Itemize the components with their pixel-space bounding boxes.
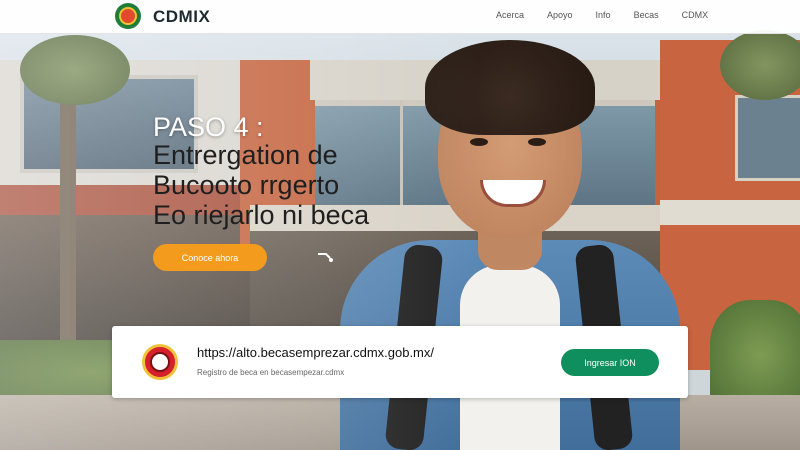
headline-line-1: Entrergation de: [153, 140, 338, 170]
step-label: PASO 4 :: [153, 112, 264, 142]
hero-headline: Entrergation de Bucooto rrgerto Eo rieja…: [153, 140, 453, 230]
cdmx-logo-icon[interactable]: [115, 3, 141, 29]
nav-link-info[interactable]: Info: [596, 10, 611, 20]
nav-links: Acerca Apoyo Info Becas CDMX: [496, 10, 731, 20]
brand-name[interactable]: CDMIX: [153, 7, 210, 27]
ingresar-button[interactable]: Ingresar ION: [561, 349, 659, 376]
nav-link-cdmx[interactable]: CDMX: [682, 10, 709, 20]
nav-link-becas[interactable]: Becas: [634, 10, 659, 20]
url-card: https://alto.becasemprezar.cdmx.gob.mx/ …: [112, 326, 688, 398]
cta-button[interactable]: Conoce ahora: [153, 244, 267, 271]
nav-link-apoyo[interactable]: Apoyo: [547, 10, 573, 20]
site-url[interactable]: https://alto.becasemprezar.cdmx.gob.mx/: [197, 345, 434, 360]
mouse-cursor-icon: [318, 253, 333, 262]
top-navbar: CDMIX Acerca Apoyo Info Becas CDMX: [0, 0, 800, 34]
headline-line-3: Eo riejarlo ni beca: [153, 200, 370, 230]
nav-link-acerca[interactable]: Acerca: [496, 10, 524, 20]
url-subtext: Registro de beca en becasempezar.cdmx: [197, 368, 345, 377]
headline-line-2: Bucooto rrgerto: [153, 170, 340, 200]
cdmx-seal-icon: [142, 344, 178, 380]
